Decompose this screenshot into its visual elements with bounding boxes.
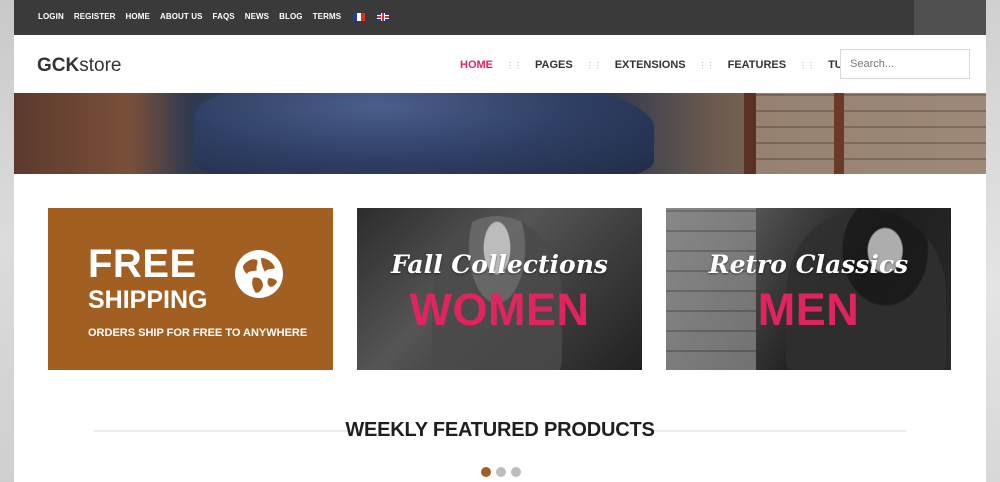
carousel-dots	[481, 467, 521, 477]
about-us-link[interactable]: ABOUT US	[160, 12, 203, 21]
french-flag-icon[interactable]	[353, 12, 366, 21]
topbar-corner-block	[914, 0, 986, 35]
shipping-headline: FREE	[88, 242, 197, 286]
site-header: GCKstore HOME ⋮⋮ PAGES ⋮⋮ EXTENSIONS ⋮⋮ …	[14, 35, 986, 93]
shipping-caption: ORDERS SHIP FOR FREE TO ANYWHERE	[88, 327, 308, 339]
top-bar: LOGIN REGISTER HOME ABOUT US FAQS NEWS B…	[14, 0, 986, 35]
globe-icon	[235, 250, 283, 298]
men-banner-script: Retro Classics	[708, 250, 909, 279]
carousel-dot-2[interactable]	[496, 467, 506, 477]
faqs-link[interactable]: FAQS	[213, 12, 235, 21]
free-shipping-banner[interactable]: FREE SHIPPING ORDERS SHIP FOR FREE TO AN…	[48, 208, 333, 370]
page-background-left	[0, 0, 14, 482]
hero-brick-wall	[746, 93, 986, 174]
site-logo[interactable]: GCKstore	[37, 55, 121, 77]
nav-extensions[interactable]: EXTENSIONS	[615, 59, 686, 71]
register-link[interactable]: REGISTER	[74, 12, 116, 21]
nav-separator-icon: ⋮⋮	[585, 60, 602, 70]
page-background-right	[986, 0, 1000, 482]
nav-features[interactable]: FEATURES	[728, 59, 786, 71]
main-content: FREE SHIPPING ORDERS SHIP FOR FREE TO AN…	[14, 174, 986, 482]
men-collection-banner[interactable]: Retro Classics MEN	[666, 208, 951, 370]
login-link[interactable]: LOGIN	[38, 12, 64, 21]
nav-separator-icon: ⋮⋮	[506, 60, 522, 70]
search-input[interactable]	[840, 49, 970, 79]
hero-post	[834, 93, 844, 174]
top-links: LOGIN REGISTER HOME ABOUT US FAQS NEWS B…	[38, 12, 390, 21]
men-banner-title: MEN	[757, 284, 860, 335]
hero-figure	[194, 93, 654, 174]
nav-pages[interactable]: PAGES	[535, 59, 573, 71]
carousel-dot-3[interactable]	[511, 467, 521, 477]
logo-light-part: store	[79, 55, 122, 76]
nav-separator-icon: ⋮⋮	[698, 60, 715, 70]
carousel-dot-1[interactable]	[481, 467, 491, 477]
women-banner-script: Fall Collections	[391, 250, 608, 279]
section-title: WEEKLY FEATURED PRODUCTS	[345, 419, 655, 441]
logo-bold-part: GCK	[37, 55, 80, 76]
nav-home[interactable]: HOME	[460, 59, 493, 71]
main-nav: HOME ⋮⋮ PAGES ⋮⋮ EXTENSIONS ⋮⋮ FEATURES …	[460, 59, 891, 71]
news-link[interactable]: NEWS	[245, 12, 269, 21]
women-banner-title: WOMEN	[409, 284, 590, 335]
home-link[interactable]: HOME	[126, 12, 150, 21]
blog-link[interactable]: BLOG	[279, 12, 303, 21]
hero-post	[744, 93, 756, 174]
terms-link[interactable]: TERMS	[313, 12, 342, 21]
shipping-subheadline: SHIPPING	[88, 286, 208, 314]
english-flag-icon[interactable]	[377, 12, 390, 21]
hero-image	[14, 93, 986, 174]
nav-separator-icon: ⋮⋮	[799, 60, 816, 70]
women-collection-banner[interactable]: Fall Collections WOMEN	[357, 208, 642, 370]
